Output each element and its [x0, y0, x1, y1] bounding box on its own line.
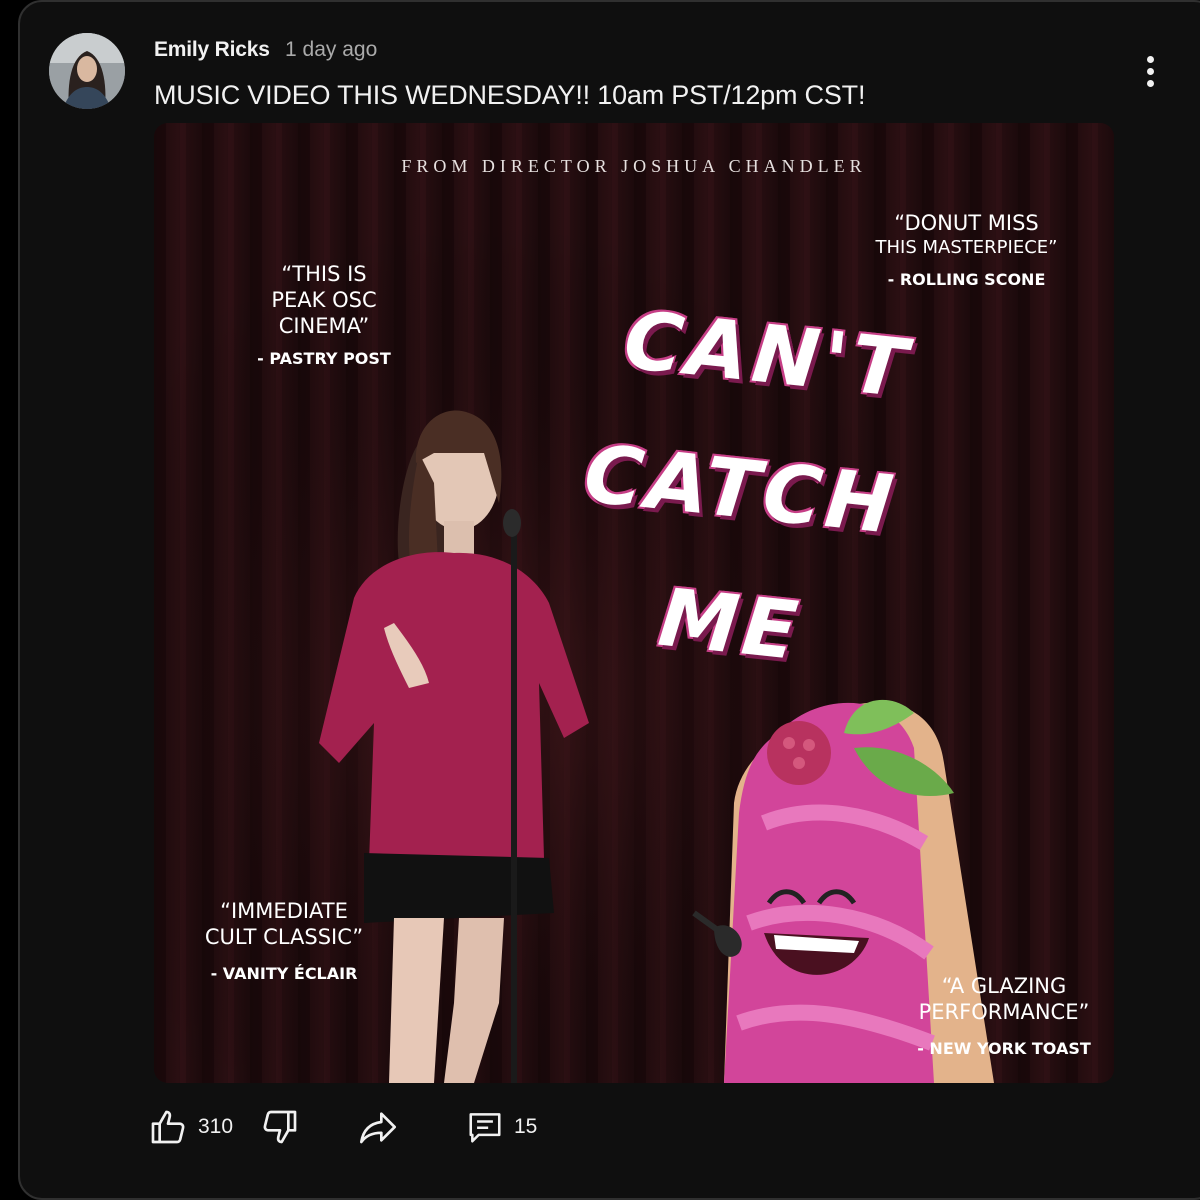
poster-title-line-3: ME — [654, 570, 806, 679]
comment-button[interactable]: 15 — [466, 1105, 537, 1149]
review-4-line-2: PERFORMANCE” — [918, 1000, 1090, 1024]
thumb-up-icon — [151, 1110, 185, 1144]
share-button[interactable] — [356, 1105, 400, 1149]
like-count: 310 — [198, 1115, 234, 1138]
review-1-line-3: CINEMA” — [278, 314, 370, 338]
review-2-source: - ROLLING SCONE — [887, 270, 1046, 289]
review-4-source: - NEW YORK TOAST — [917, 1039, 1091, 1058]
post-text: MUSIC VIDEO THIS WEDNESDAY!! 10am PST/12… — [154, 80, 866, 110]
review-quote-3: “IMMEDIATE CULT CLASSIC” - VANITY ÉCLAIR — [184, 898, 384, 983]
dislike-button[interactable] — [260, 1105, 300, 1149]
poster-director-line: FROM DIRECTOR JOSHUA CHANDLER — [401, 156, 867, 176]
thumb-down-icon — [263, 1110, 297, 1144]
comment-icon — [469, 1113, 501, 1143]
review-quote-2: “DONUT MISS THIS MASTERPIECE” - ROLLING … — [854, 210, 1079, 289]
share-icon — [360, 1112, 396, 1144]
review-3-source: - VANITY ÉCLAIR — [210, 964, 358, 983]
post-time[interactable]: 1 day ago — [285, 38, 377, 62]
review-3-line-2: CULT CLASSIC” — [204, 925, 364, 949]
review-2-line-1: “DONUT MISS — [894, 211, 1039, 235]
avatar-image — [49, 33, 125, 109]
post-image[interactable]: FROM DIRECTOR JOSHUA CHANDLER “THIS IS P… — [154, 123, 1114, 1083]
review-4-line-1: “A GLAZING — [941, 974, 1067, 998]
like-button[interactable]: 310 — [148, 1105, 233, 1149]
review-3-line-1: “IMMEDIATE — [220, 899, 348, 923]
more-vert-icon[interactable] — [1135, 51, 1167, 91]
review-1-line-1: “THIS IS — [281, 262, 367, 286]
comment-count: 15 — [514, 1115, 538, 1138]
review-quote-1: “THIS IS PEAK OSC CINEMA” - PASTRY POST — [244, 261, 404, 368]
review-1-source: - PASTRY POST — [257, 349, 391, 368]
author-name[interactable]: Emily Ricks — [154, 38, 270, 62]
review-2-line-2: THIS MASTERPIECE” — [875, 237, 1058, 258]
review-1-line-2: PEAK OSC — [271, 288, 377, 312]
review-quote-4: “A GLAZING PERFORMANCE” - NEW YORK TOAST — [909, 973, 1099, 1058]
avatar[interactable] — [49, 33, 125, 109]
